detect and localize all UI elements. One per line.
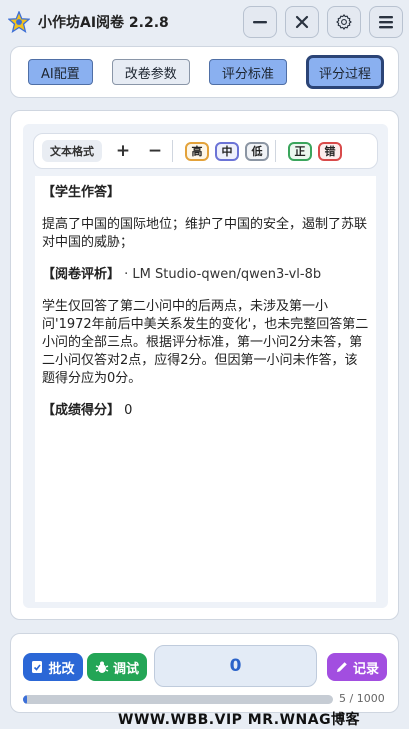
font-increase-button[interactable]: + (112, 141, 134, 161)
tag-low-button[interactable]: 低 (245, 141, 269, 161)
bug-icon (95, 661, 109, 673)
gear-icon (336, 14, 352, 30)
review-text: 学生仅回答了第二小问中的后两点，未涉及第一小问'1972年前后中美关系发生的变化… (42, 299, 369, 386)
hamburger-menu-icon (379, 16, 393, 29)
tag-high-button[interactable]: 高 (185, 141, 209, 161)
score-display: 0 (154, 645, 317, 687)
close-button[interactable] (285, 6, 319, 38)
review-section-title: 【阅卷评析】 (42, 267, 121, 282)
answer-section-title: 【学生作答】 (42, 185, 121, 200)
score-value: 0 (124, 403, 133, 418)
tab-scoring-process[interactable]: 评分过程 (305, 55, 384, 89)
close-icon (295, 15, 309, 29)
tab-grading-params[interactable]: 改卷参数 (111, 59, 190, 85)
grading-content[interactable]: 【学生作答】 提高了中国的国际地位；维护了中国的安全，遏制了苏联对中国的威胁； … (35, 176, 376, 602)
grade-button[interactable]: 批改 (23, 653, 83, 681)
score-line: 【成绩得分】 0 (42, 402, 370, 420)
record-button-label: 记录 (352, 661, 379, 677)
record-button[interactable]: 记录 (327, 653, 387, 681)
minus-icon (253, 21, 267, 24)
app-logo-icon (8, 11, 30, 33)
debug-button-label: 调试 (112, 661, 139, 677)
font-decrease-button[interactable]: − (144, 141, 166, 161)
progress-fill (23, 695, 27, 704)
debug-button[interactable]: 调试 (87, 653, 147, 681)
tab-bar: AI配置 改卷参数 评分标准 评分过程 (10, 46, 399, 98)
grade-button-label: 批改 (48, 661, 75, 677)
tag-mid-button[interactable]: 中 (215, 141, 239, 161)
editor-toolbar: 文本格式 + − 高 中 低 正 错 (33, 133, 378, 169)
review-header: 【阅卷评析】 · LM Studio-qwen/qwen3-vl-8b (42, 266, 370, 284)
toolbar-divider (172, 140, 173, 162)
text-format-button[interactable]: 文本格式 (42, 140, 102, 162)
pencil-icon (336, 662, 347, 672)
main-panel: 文本格式 + − 高 中 低 正 错 【学生作答】 提高了中国的国际地位；维护了… (10, 110, 399, 620)
document-edit-icon (32, 661, 43, 673)
editor: 文本格式 + − 高 中 低 正 错 【学生作答】 提高了中国的国际地位；维护了… (23, 124, 388, 608)
watermark: WWW.WBB.VIP MR.WNAG博客 (118, 712, 361, 728)
toolbar-divider (275, 140, 276, 162)
answer-text: 提高了中国的国际地位；维护了中国的安全，遏制了苏联对中国的威胁； (42, 217, 368, 250)
review-model-label: · LM Studio-qwen/qwen3-vl-8b (124, 267, 322, 282)
progress-bar (23, 695, 333, 704)
minimize-button[interactable] (243, 6, 277, 38)
menu-button[interactable] (369, 6, 403, 38)
tab-ai-config[interactable]: AI配置 (28, 59, 93, 85)
tag-wrong-button[interactable]: 错 (318, 141, 342, 161)
tag-correct-button[interactable]: 正 (288, 141, 312, 161)
title-bar: 小作坊AI阅卷 2.2.8 (0, 0, 409, 44)
tab-scoring-criteria[interactable]: 评分标准 (208, 59, 287, 85)
settings-button[interactable] (327, 6, 361, 38)
bottom-panel: 批改 调试 0 记录 5 / 1000 (10, 633, 399, 713)
progress-text: 5 / 1000 (339, 692, 385, 705)
score-section-title: 【成绩得分】 (42, 403, 121, 418)
app-title: 小作坊AI阅卷 2.2.8 (38, 15, 169, 31)
